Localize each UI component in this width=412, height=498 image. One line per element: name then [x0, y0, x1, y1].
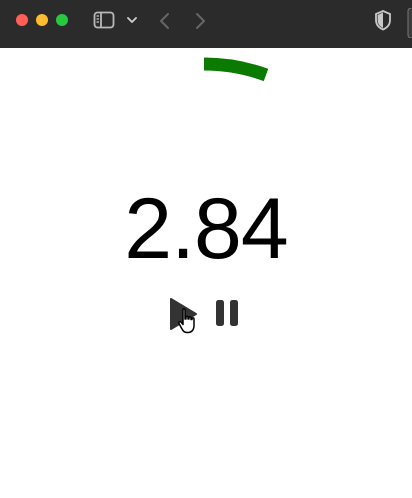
close-window-button[interactable] — [16, 14, 28, 26]
browser-toolbar — [0, 0, 412, 49]
pause-button[interactable] — [208, 294, 248, 334]
pointer-cursor-icon — [178, 308, 195, 334]
sidebar-toggle-icon[interactable] — [93, 11, 115, 29]
minimize-window-button[interactable] — [36, 14, 48, 26]
playback-controls — [0, 294, 412, 334]
gauge-progress-arc — [203, 57, 269, 82]
toolbar-edge-icon — [407, 8, 412, 38]
pause-icon — [216, 300, 238, 326]
gauge-value: 2.84 — [124, 181, 288, 277]
chevron-down-icon[interactable] — [126, 14, 138, 26]
gauge-arc — [203, 57, 269, 82]
zoom-window-button[interactable] — [56, 14, 68, 26]
shield-icon[interactable] — [374, 9, 392, 31]
forward-arrow-icon[interactable] — [192, 11, 208, 31]
page-content: 2.84 — [0, 48, 412, 498]
back-arrow-icon[interactable] — [157, 11, 173, 31]
